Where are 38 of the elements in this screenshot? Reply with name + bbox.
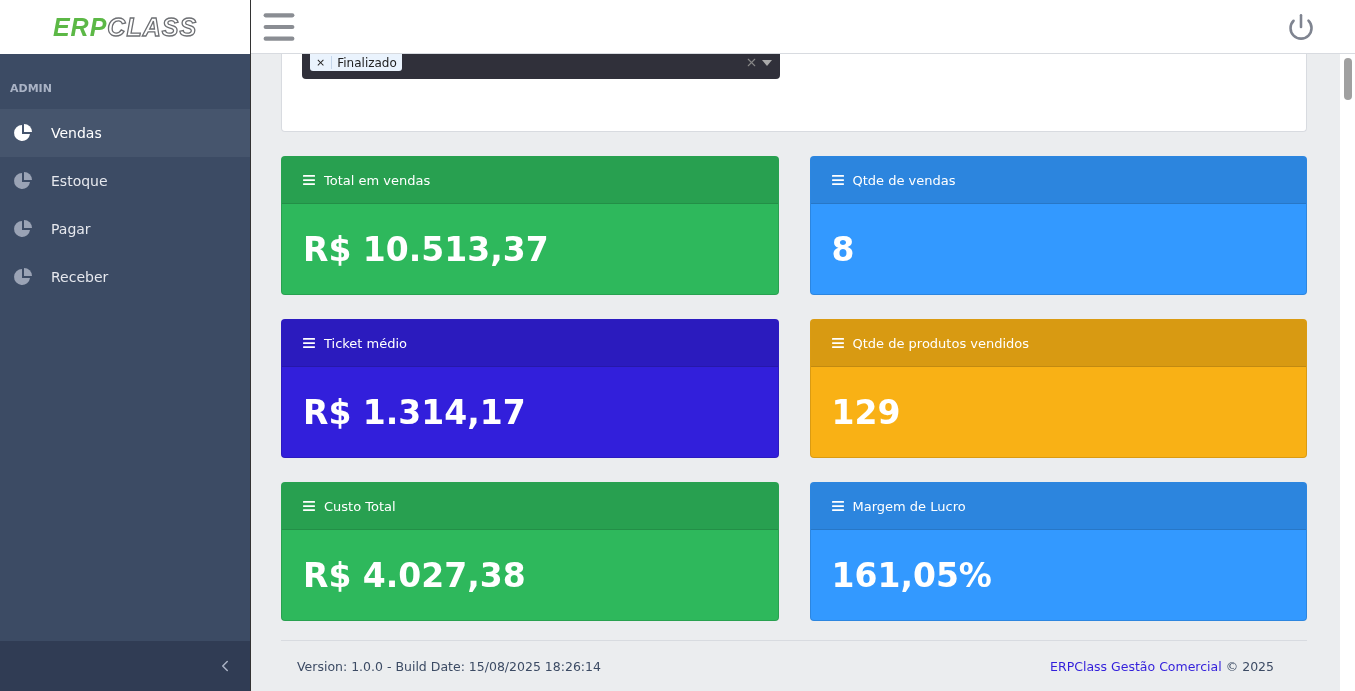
section-heading: ADMIN — [9, 81, 53, 97]
scrollbar[interactable] — [1340, 54, 1355, 691]
sidebar-item[interactable]: Estoque — [0, 157, 250, 205]
menu-icon — [830, 336, 845, 350]
pie-chart-icon — [13, 267, 33, 287]
menu-icon — [830, 173, 845, 187]
logo: ERPCLASS — [52, 12, 198, 42]
sidebar-item[interactable]: Pagar — [0, 205, 250, 253]
card-title: Qtde de vendas — [852, 172, 956, 188]
pie-chart-icon — [13, 123, 33, 143]
copyright-text: ERPClass Gestão Comercial © 2025 — [1050, 658, 1274, 674]
remove-tag-button[interactable]: × — [310, 56, 333, 69]
card-value: R$ 1.314,17 — [302, 391, 527, 434]
card-title: Total em vendas — [324, 172, 431, 188]
multi-select-field[interactable]: × Finalizado — [302, 54, 780, 79]
card-title: Margem de Lucro — [852, 498, 966, 514]
pie-chart-icon — [13, 171, 33, 191]
card-value: R$ 4.027,38 — [302, 554, 527, 597]
menu-icon — [830, 499, 845, 513]
card-title: Qtde de produtos vendidos — [852, 335, 1030, 351]
card-value: 8 — [830, 228, 856, 271]
sidebar-item[interactable]: Receber — [0, 253, 250, 301]
pie-chart-icon — [13, 219, 33, 239]
menu-icon — [302, 499, 316, 513]
company-link[interactable]: ERPClass Gestão Comercial — [1050, 658, 1222, 674]
card-title: Ticket médio — [324, 335, 408, 351]
card-value: 161,05% — [830, 554, 993, 597]
card-title: Custo Total — [324, 498, 396, 514]
menu-icon — [302, 173, 316, 187]
clear-icon[interactable] — [745, 56, 758, 69]
version-text: Version: 1.0.0 - Build Date: 15/08/2025 18:26:14 — [297, 658, 601, 674]
menu-icon — [302, 336, 316, 350]
power-icon[interactable] — [1287, 12, 1315, 41]
sidebar-item[interactable]: Vendas — [0, 109, 250, 157]
card-value: R$ 10.513,37 — [302, 228, 550, 271]
caret-icon[interactable] — [762, 59, 772, 66]
card-value: 129 — [830, 391, 902, 434]
selected-tag: × Finalizado — [310, 54, 402, 71]
